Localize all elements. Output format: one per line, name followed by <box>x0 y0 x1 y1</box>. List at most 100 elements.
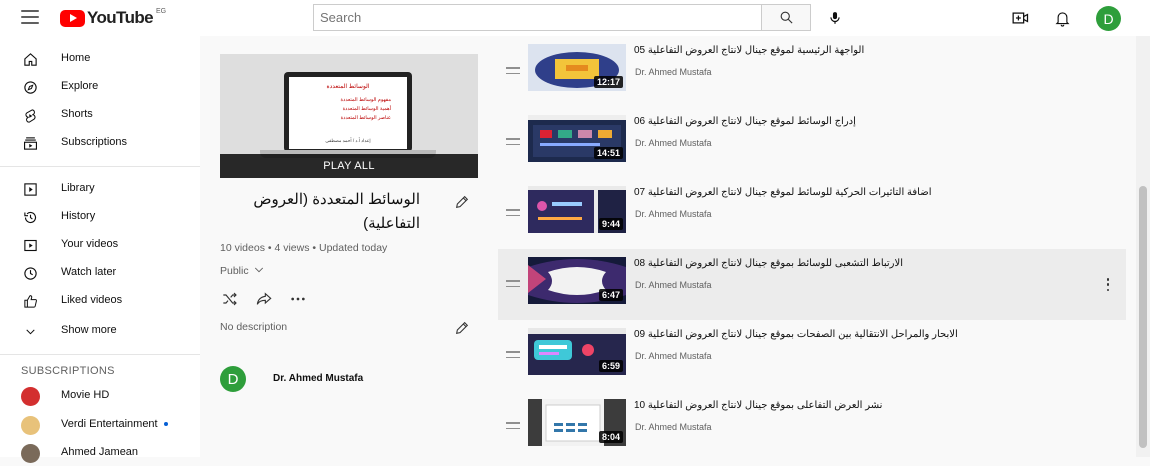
chevron-down-icon <box>22 323 39 340</box>
create-video-button[interactable] <box>1010 8 1030 28</box>
laptop-screen: الوسائط المتعددة مفهوم الوسائط المتعددة … <box>289 77 407 149</box>
library-icon <box>22 181 39 198</box>
sidebar-subscription-ahmed-jamean[interactable]: Ahmed Jamean <box>0 440 200 466</box>
video-duration: 8:04 <box>598 431 623 443</box>
video-thumbnail[interactable]: 6:59 <box>528 328 626 375</box>
video-title[interactable]: الارتباط التشعبى للوسائط بموقع جينال لان… <box>634 258 1074 269</box>
privacy-dropdown[interactable]: Public <box>220 265 264 277</box>
drag-handle-icon[interactable] <box>506 280 520 287</box>
sidebar-item-label: Library <box>61 182 95 194</box>
video-thumbnail[interactable]: 8:04 <box>528 399 626 446</box>
sidebar-item-label: Watch later <box>61 266 117 278</box>
playlist-title: الوسائط المتعددة (العروض التفاعلية) <box>253 191 420 232</box>
sidebar-item-liked-videos[interactable]: Liked videos <box>0 288 200 314</box>
subscription-label: Movie HD <box>61 389 110 401</box>
sidebar-item-label: Your videos <box>61 238 119 250</box>
thumb-line: مفهوم الوسائط المتعددة <box>340 97 391 103</box>
channel-avatar <box>21 444 40 463</box>
video-title[interactable]: نشر العرض التفاعلى بموقع جينال لانتاج ال… <box>634 400 1074 411</box>
sidebar-item-home[interactable]: Home <box>0 46 200 72</box>
compass-icon <box>22 79 39 96</box>
sidebar-item-library[interactable]: Library <box>0 176 200 202</box>
drag-handle-icon[interactable] <box>506 422 520 429</box>
video-channel[interactable]: Dr. Ahmed Mustafa <box>635 67 712 77</box>
video-channel[interactable]: Dr. Ahmed Mustafa <box>635 280 712 290</box>
edit-description-button[interactable] <box>454 320 470 336</box>
account-avatar[interactable]: D <box>1096 6 1121 31</box>
scrollbar[interactable] <box>1136 36 1150 457</box>
edit-title-button[interactable] <box>454 194 470 210</box>
sidebar-subscription-verdi-entertainment[interactable]: Verdi Entertainment <box>0 412 200 438</box>
playlist-panel: الوسائط المتعددة مفهوم الوسائط المتعددة … <box>200 36 498 457</box>
video-channel[interactable]: Dr. Ahmed Mustafa <box>635 351 712 361</box>
search-input[interactable] <box>313 4 761 31</box>
sidebar-item-show-more[interactable]: Show more <box>0 318 200 344</box>
video-channel[interactable]: Dr. Ahmed Mustafa <box>635 138 712 148</box>
video-row[interactable]: 6:47 الارتباط التشعبى للوسائط بموقع جينا… <box>498 249 1126 320</box>
video-channel[interactable]: Dr. Ahmed Mustafa <box>635 422 712 432</box>
drag-handle-icon[interactable] <box>506 138 520 145</box>
subscriptions-icon <box>22 135 39 152</box>
sidebar-item-explore[interactable]: Explore <box>0 74 200 100</box>
sidebar-item-shorts[interactable]: Shorts <box>0 102 200 128</box>
sidebar-item-history[interactable]: History <box>0 204 200 230</box>
play-all-button[interactable]: PLAY ALL <box>220 154 478 178</box>
sidebar-item-label: Liked videos <box>61 294 123 306</box>
sidebar-item-label: Explore <box>61 80 99 92</box>
owner-name[interactable]: Dr. Ahmed Mustafa <box>273 373 363 384</box>
sidebar-item-your-videos[interactable]: Your videos <box>0 232 200 258</box>
channel-avatar <box>21 416 40 435</box>
video-title[interactable]: الابحار والمراحل الانتقالية بين الصفحات … <box>634 329 1074 340</box>
sidebar-item-label: Subscriptions <box>61 136 128 148</box>
your-videos-icon <box>22 237 39 254</box>
video-row[interactable]: 6:59 الابحار والمراحل الانتقالية بين الص… <box>498 320 1126 391</box>
drag-handle-icon[interactable] <box>506 351 520 358</box>
more-actions-icon[interactable] <box>1106 278 1110 291</box>
youtube-play-icon <box>60 9 85 27</box>
thumb-title: الوسائط المتعددة <box>326 84 370 90</box>
youtube-logo[interactable]: YouTube EG <box>60 8 166 28</box>
playlist-description: No description <box>220 321 288 333</box>
video-row[interactable]: 8:04 نشر العرض التفاعلى بموقع جينال لانت… <box>498 391 1126 462</box>
drag-handle-icon[interactable] <box>506 209 520 216</box>
menu-icon[interactable] <box>21 10 39 24</box>
voice-search-button[interactable] <box>822 5 848 31</box>
video-title[interactable]: اضافة التاثيرات الحركية للوسائط لموقع جي… <box>634 187 1074 198</box>
video-thumbnail[interactable]: 14:51 <box>528 115 626 162</box>
pencil-icon <box>455 195 469 209</box>
shuffle-icon[interactable] <box>222 292 238 306</box>
video-title[interactable]: الواجهة الرئيسية لموقع جينال لانتاج العر… <box>634 45 1074 56</box>
owner-avatar[interactable]: D <box>220 366 246 392</box>
video-row[interactable]: 9:44 اضافة التاثيرات الحركية للوسائط لمو… <box>498 178 1126 249</box>
country-code: EG <box>156 7 167 15</box>
thumb-footer: إعداد أ.د / أحمد مصطفى <box>325 138 371 143</box>
video-thumbnail[interactable]: 9:44 <box>528 186 626 233</box>
search-button[interactable] <box>761 4 811 31</box>
sidebar-divider <box>0 354 200 355</box>
video-channel[interactable]: Dr. Ahmed Mustafa <box>635 209 712 219</box>
playlist-thumbnail[interactable]: الوسائط المتعددة مفهوم الوسائط المتعددة … <box>220 54 478 178</box>
laptop-image: الوسائط المتعددة مفهوم الوسائط المتعددة … <box>284 72 412 152</box>
drag-handle-icon[interactable] <box>506 67 520 74</box>
video-thumbnail[interactable]: 12:17 <box>528 44 626 91</box>
search-icon <box>780 11 793 24</box>
subscriptions-heading: SUBSCRIPTIONS <box>21 365 115 377</box>
top-bar: YouTube EG D <box>0 0 1150 36</box>
thumbs-up-icon <box>22 293 39 310</box>
video-row[interactable]: 12:17 الواجهة الرئيسية لموقع جينال لانتا… <box>498 36 1126 107</box>
video-row[interactable]: 14:51 إدراج الوسائط لموقع جينال لانتاج ا… <box>498 107 1126 178</box>
share-icon[interactable] <box>256 292 272 306</box>
sidebar-item-subscriptions[interactable]: Subscriptions <box>0 130 200 156</box>
sidebar-item-watch-later[interactable]: Watch later <box>0 260 200 286</box>
scrollbar-thumb[interactable] <box>1139 186 1147 448</box>
video-title[interactable]: إدراج الوسائط لموقع جينال لانتاج العروض … <box>634 116 1074 127</box>
video-thumbnail[interactable]: 6:47 <box>528 257 626 304</box>
sidebar-subscription-movie-hd[interactable]: Movie HD <box>0 383 200 409</box>
channel-avatar <box>21 387 40 406</box>
more-options-icon[interactable] <box>290 296 306 302</box>
chevron-down-icon <box>254 267 263 273</box>
subscription-label: Ahmed Jamean <box>61 446 139 458</box>
sidebar: Home Explore Shorts Subscriptions Librar… <box>0 36 200 463</box>
notifications-button[interactable] <box>1052 8 1072 28</box>
logo-text: YouTube <box>87 8 154 27</box>
